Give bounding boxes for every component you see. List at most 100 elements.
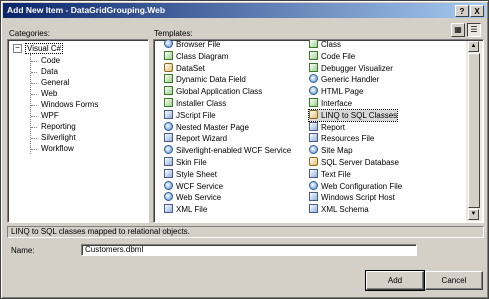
template-label: Windows Script Host (321, 193, 395, 203)
template-report[interactable]: Report (309, 121, 345, 133)
template-debugger-visualizer[interactable]: Debugger Visualizer (309, 62, 393, 74)
template-code-file[interactable]: Code File (309, 50, 355, 62)
cs-template-icon (309, 98, 318, 107)
close-button[interactable]: X (470, 5, 484, 17)
help-button[interactable]: ? (455, 5, 469, 17)
template-interface[interactable]: Interface (309, 98, 352, 109)
tree-connector (30, 54, 31, 154)
template-label: JScript File (176, 110, 216, 120)
template-web-configuration-file[interactable]: Web Configuration File (309, 180, 402, 192)
tree-node-visual-csharp[interactable]: Visual C# (25, 43, 64, 54)
small-icons-view-button[interactable]: ☰ (467, 23, 481, 37)
tree-connector (31, 83, 37, 84)
scroll-up-icon[interactable]: ▲ (468, 41, 479, 52)
doc-template-icon (164, 109, 173, 119)
template-label: HTML Page (321, 87, 364, 97)
template-class[interactable]: Class (309, 40, 342, 50)
cs-template-icon (164, 74, 173, 84)
scroll-thumb[interactable] (468, 53, 480, 208)
web-template-icon (164, 121, 173, 131)
template-linq-to-sql-classes[interactable]: LINQ to SQL Classes (307, 108, 399, 122)
template-report-wizard[interactable]: Report Wizard (164, 133, 227, 144)
template-class-diagram[interactable]: Class Diagram (164, 50, 229, 62)
large-icons-icon: ▦ (454, 25, 462, 34)
templates-label: Templates: (154, 29, 193, 38)
template-label: Installer Class (176, 99, 227, 108)
tree-connector (31, 149, 37, 150)
doc-template-icon (309, 168, 318, 178)
template-style-sheet[interactable]: Style Sheet (164, 168, 217, 180)
template-label: Generic Handler (321, 75, 380, 85)
tree-connector (31, 105, 37, 106)
template-windows-script-host[interactable]: Windows Script Host (309, 192, 395, 203)
collapse-visual-csharp-icon[interactable]: − (13, 44, 22, 53)
add-button[interactable]: Add (365, 270, 425, 291)
template-web-service[interactable]: Web Service (164, 192, 221, 203)
template-label: Global Application Class (176, 87, 263, 97)
tree-node-label: Visual C# (25, 43, 64, 54)
templates-scrollbar[interactable]: ▲ ▼ (466, 41, 482, 221)
template-global-application-class[interactable]: Global Application Class (164, 86, 262, 97)
doc-template-icon (164, 168, 173, 178)
tree-node-web[interactable]: Web (41, 88, 57, 99)
template-label: Dynamic Data Field (176, 75, 246, 85)
tree-connector (31, 94, 37, 95)
template-nested-master-page[interactable]: Nested Master Page (164, 121, 249, 133)
tree-node-silverlight[interactable]: Silverlight (41, 132, 76, 143)
template-label: XML File (176, 205, 208, 215)
tree-node-code[interactable]: Code (41, 55, 60, 66)
large-icons-view-button[interactable]: ▦ (451, 23, 465, 37)
template-site-map[interactable]: Site Map (309, 145, 353, 156)
template-label: WCF Service (176, 181, 224, 191)
template-label: Class Diagram (176, 51, 229, 61)
template-resources-file[interactable]: Resources File (309, 133, 374, 144)
template-label: DataSet (176, 63, 205, 73)
template-label: Debugger Visualizer (321, 63, 393, 73)
template-sql-server-database[interactable]: SQL Server Database (309, 157, 399, 168)
template-label: Browser File (176, 40, 221, 49)
tree-connector (31, 116, 37, 117)
tree-connector (31, 127, 37, 128)
template-silverlight-enabled-wcf-service[interactable]: Silverlight-enabled WCF Service (164, 145, 291, 156)
title-bar[interactable]: Add New Item - DataGridGrouping.Web ? X (3, 3, 486, 18)
tree-node-workflow[interactable]: Workflow (41, 143, 74, 154)
template-jscript-file[interactable]: JScript File (164, 109, 216, 121)
cancel-button[interactable]: Cancel (425, 271, 483, 290)
tree-node-general[interactable]: General (41, 77, 69, 88)
templates-list[interactable]: Browser File Class Diagram DataSet Dynamic … (153, 39, 484, 223)
template-dataset[interactable]: DataSet (164, 62, 205, 74)
template-label: LINQ to SQL Classes (321, 110, 398, 120)
name-label: Name: (11, 246, 35, 255)
db-template-icon (164, 62, 173, 72)
cs-template-icon (164, 98, 173, 107)
list-view-icon: ☰ (470, 25, 478, 34)
window-title: Add New Item - DataGridGrouping.Web (7, 5, 166, 15)
tree-node-windows-forms[interactable]: Windows Forms (41, 99, 98, 110)
template-label: Resources File (321, 134, 375, 144)
template-installer-class[interactable]: Installer Class (164, 98, 226, 109)
template-text-file[interactable]: Text File (309, 168, 351, 180)
template-browser-file[interactable]: Browser File (164, 40, 221, 50)
web-template-icon (309, 145, 318, 155)
web-template-icon (164, 145, 173, 155)
template-html-page[interactable]: HTML Page (309, 86, 363, 97)
template-wcf-service[interactable]: WCF Service (164, 180, 224, 192)
template-dynamic-data-field[interactable]: Dynamic Data Field (164, 74, 246, 85)
tree-node-wpf[interactable]: WPF (41, 110, 59, 121)
template-xml-schema[interactable]: XML Schema (309, 204, 369, 215)
tree-connector (31, 138, 37, 139)
cs-template-icon (309, 62, 318, 72)
name-input[interactable]: Customers.dbml (81, 244, 417, 256)
web-template-icon (309, 86, 318, 96)
template-skin-file[interactable]: Skin File (164, 157, 207, 168)
template-description: LINQ to SQL classes mapped to relational… (7, 226, 484, 238)
tree-node-reporting[interactable]: Reporting (41, 121, 76, 132)
cs-template-icon (164, 86, 173, 96)
template-label: Class (321, 40, 342, 49)
template-label: Web Service (176, 193, 222, 203)
template-xml-file[interactable]: XML File (164, 204, 207, 215)
scroll-down-icon[interactable]: ▼ (468, 209, 479, 220)
tree-node-data[interactable]: Data (41, 66, 58, 77)
categories-tree[interactable]: − Visual C# Code Data General Web Windows Fo… (7, 39, 149, 223)
template-generic-handler[interactable]: Generic Handler (309, 74, 379, 85)
